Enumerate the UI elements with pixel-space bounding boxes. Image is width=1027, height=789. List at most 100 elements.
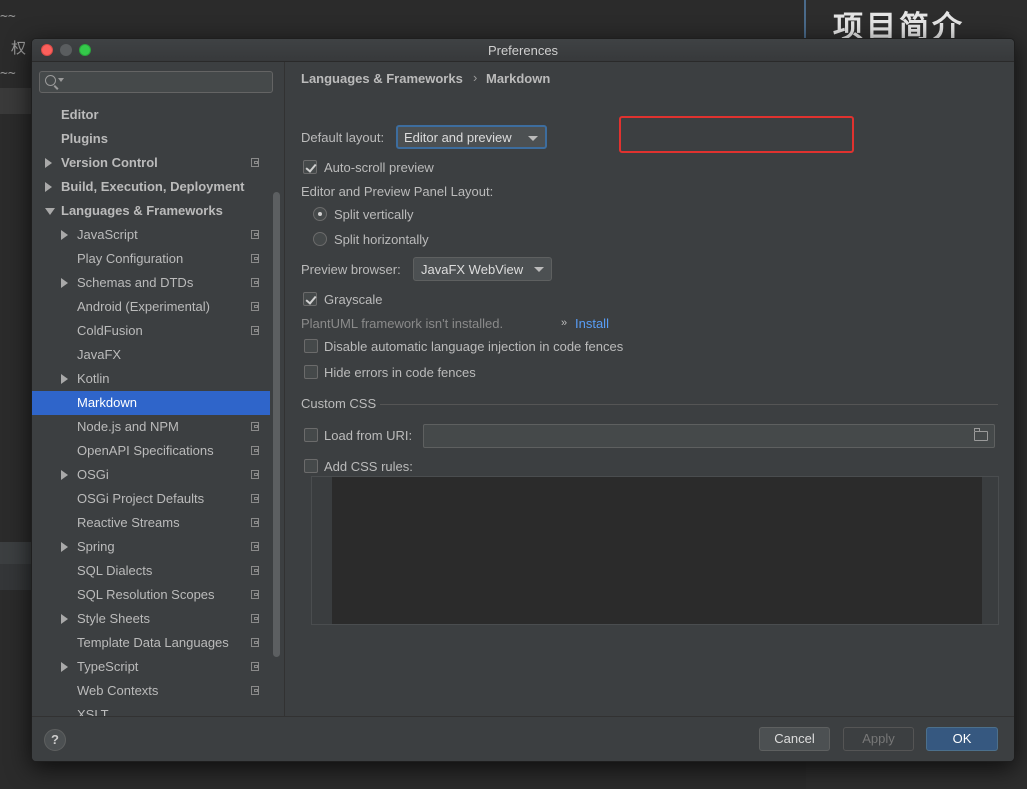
- chevron-right-icon[interactable]: [45, 158, 52, 168]
- sidebar-item-label: Languages & Frameworks: [61, 203, 223, 218]
- sidebar-item[interactable]: Spring: [32, 535, 270, 559]
- split-horizontally-radio[interactable]: [313, 232, 327, 246]
- search-options-icon[interactable]: [58, 78, 64, 82]
- hide-errors-label[interactable]: Hide errors in code fences: [324, 365, 476, 380]
- sidebar-item-label: Schemas and DTDs: [77, 275, 194, 290]
- chevron-right-icon[interactable]: [61, 230, 68, 240]
- sidebar-item[interactable]: Play Configuration: [32, 247, 270, 271]
- title-bar: Preferences: [32, 39, 1014, 62]
- sidebar-item-label: OSGi Project Defaults: [77, 491, 205, 506]
- sidebar-item[interactable]: Build, Execution, Deployment: [32, 175, 270, 199]
- grayscale-label[interactable]: Grayscale: [324, 292, 383, 307]
- sidebar-item[interactable]: Editor: [32, 103, 270, 127]
- load-from-uri-label[interactable]: Load from URI:: [324, 428, 412, 443]
- project-scope-icon: [251, 662, 259, 671]
- sidebar-scrollbar[interactable]: [273, 192, 280, 657]
- disable-injection-label[interactable]: Disable automatic language injection in …: [324, 339, 623, 354]
- sidebar-item-label: Build, Execution, Deployment: [61, 179, 245, 194]
- chevron-right-icon[interactable]: [61, 470, 68, 480]
- project-scope-icon: [251, 566, 259, 575]
- split-horizontally-label[interactable]: Split horizontally: [334, 232, 429, 247]
- sidebar-item[interactable]: JavaFX: [32, 343, 270, 367]
- auto-scroll-label[interactable]: Auto-scroll preview: [324, 160, 434, 175]
- add-css-rules-label[interactable]: Add CSS rules:: [324, 459, 413, 474]
- project-scope-icon: [251, 326, 259, 335]
- sidebar-item[interactable]: Android (Experimental): [32, 295, 270, 319]
- project-scope-icon: [251, 494, 259, 503]
- sidebar-item[interactable]: Web Contexts: [32, 679, 270, 703]
- grayscale-checkbox[interactable]: [303, 292, 317, 306]
- project-scope-icon: [251, 254, 259, 263]
- chevron-right-icon[interactable]: [61, 542, 68, 552]
- sidebar-item[interactable]: OSGi Project Defaults: [32, 487, 270, 511]
- sidebar-item-label: ColdFusion: [77, 323, 143, 338]
- project-scope-icon: [251, 614, 259, 623]
- project-scope-icon: [251, 542, 259, 551]
- sidebar-item[interactable]: TypeScript: [32, 655, 270, 679]
- split-vertically-label[interactable]: Split vertically: [334, 207, 413, 222]
- auto-scroll-checkbox[interactable]: [303, 160, 317, 174]
- sidebar-item[interactable]: Style Sheets: [32, 607, 270, 631]
- chevron-right-icon[interactable]: [61, 374, 68, 384]
- apply-button[interactable]: Apply: [843, 727, 914, 751]
- sidebar-item[interactable]: Node.js and NPM: [32, 415, 270, 439]
- sidebar-item[interactable]: OpenAPI Specifications: [32, 439, 270, 463]
- chevron-down-icon: [528, 136, 538, 141]
- cancel-button[interactable]: Cancel: [759, 727, 830, 751]
- breadcrumb-parent[interactable]: Languages & Frameworks: [301, 71, 463, 86]
- project-scope-icon: [251, 638, 259, 647]
- sidebar-item-label: Markdown: [77, 395, 137, 410]
- help-button[interactable]: ?: [44, 729, 66, 751]
- sidebar-item[interactable]: Template Data Languages: [32, 631, 270, 655]
- chevron-down-icon: [534, 267, 544, 272]
- disable-injection-checkbox[interactable]: [304, 339, 318, 353]
- hide-errors-checkbox[interactable]: [304, 365, 318, 379]
- sidebar-item-label: JavaScript: [77, 227, 138, 242]
- preview-browser-dropdown[interactable]: JavaFX WebView: [413, 257, 552, 281]
- project-scope-icon: [251, 278, 259, 287]
- breadcrumb-current: Markdown: [486, 71, 551, 86]
- preferences-dialog: Preferences Editor Plugins Version Control…: [31, 38, 1015, 762]
- sidebar-item-label: Version Control: [61, 155, 158, 170]
- ok-button[interactable]: OK: [926, 727, 998, 751]
- preview-browser-label: Preview browser:: [301, 262, 401, 277]
- add-css-rules-checkbox[interactable]: [304, 459, 318, 473]
- folder-icon[interactable]: [974, 428, 988, 441]
- settings-search-input[interactable]: [39, 71, 273, 93]
- sidebar-item[interactable]: JavaScript: [32, 223, 270, 247]
- project-scope-icon: [251, 518, 259, 527]
- sidebar-item[interactable]: Languages & Frameworks: [32, 199, 270, 223]
- install-link[interactable]: Install: [575, 316, 609, 331]
- project-scope-icon: [251, 590, 259, 599]
- chevron-right-icon[interactable]: [61, 278, 68, 288]
- split-vertically-radio[interactable]: [313, 207, 327, 221]
- default-layout-value: Editor and preview: [404, 130, 512, 145]
- sidebar-item[interactable]: Version Control: [32, 151, 270, 175]
- chevron-down-icon[interactable]: [45, 208, 55, 215]
- sidebar-item[interactable]: Kotlin: [32, 367, 270, 391]
- sidebar-item-label: Style Sheets: [77, 611, 150, 626]
- load-from-uri-checkbox[interactable]: [304, 428, 318, 442]
- editor-text-area[interactable]: [332, 477, 982, 624]
- sidebar-item[interactable]: OSGi: [32, 463, 270, 487]
- css-rules-editor[interactable]: [311, 476, 999, 625]
- sidebar-item[interactable]: Reactive Streams: [32, 511, 270, 535]
- plantuml-message: PlantUML framework isn't installed.: [301, 316, 504, 331]
- sidebar-item[interactable]: ColdFusion: [32, 319, 270, 343]
- sidebar-item[interactable]: SQL Dialects: [32, 559, 270, 583]
- settings-sidebar: Editor Plugins Version Control Build, Execu…: [32, 62, 285, 716]
- chevron-right-icon[interactable]: [61, 662, 68, 672]
- sidebar-item[interactable]: Schemas and DTDs: [32, 271, 270, 295]
- load-from-uri-field[interactable]: [423, 424, 995, 448]
- install-link-icon: »: [561, 317, 568, 329]
- sidebar-item[interactable]: Plugins: [32, 127, 270, 151]
- editor-scrollbar[interactable]: [982, 477, 998, 624]
- chevron-right-icon[interactable]: [45, 182, 52, 192]
- project-scope-icon: [251, 422, 259, 431]
- sidebar-item[interactable]: XSLT: [32, 703, 270, 716]
- chevron-right-icon[interactable]: [61, 614, 68, 624]
- sidebar-item-label: OSGi: [77, 467, 109, 482]
- sidebar-item[interactable]: Markdown: [32, 391, 270, 415]
- default-layout-dropdown[interactable]: Editor and preview: [396, 125, 547, 149]
- sidebar-item[interactable]: SQL Resolution Scopes: [32, 583, 270, 607]
